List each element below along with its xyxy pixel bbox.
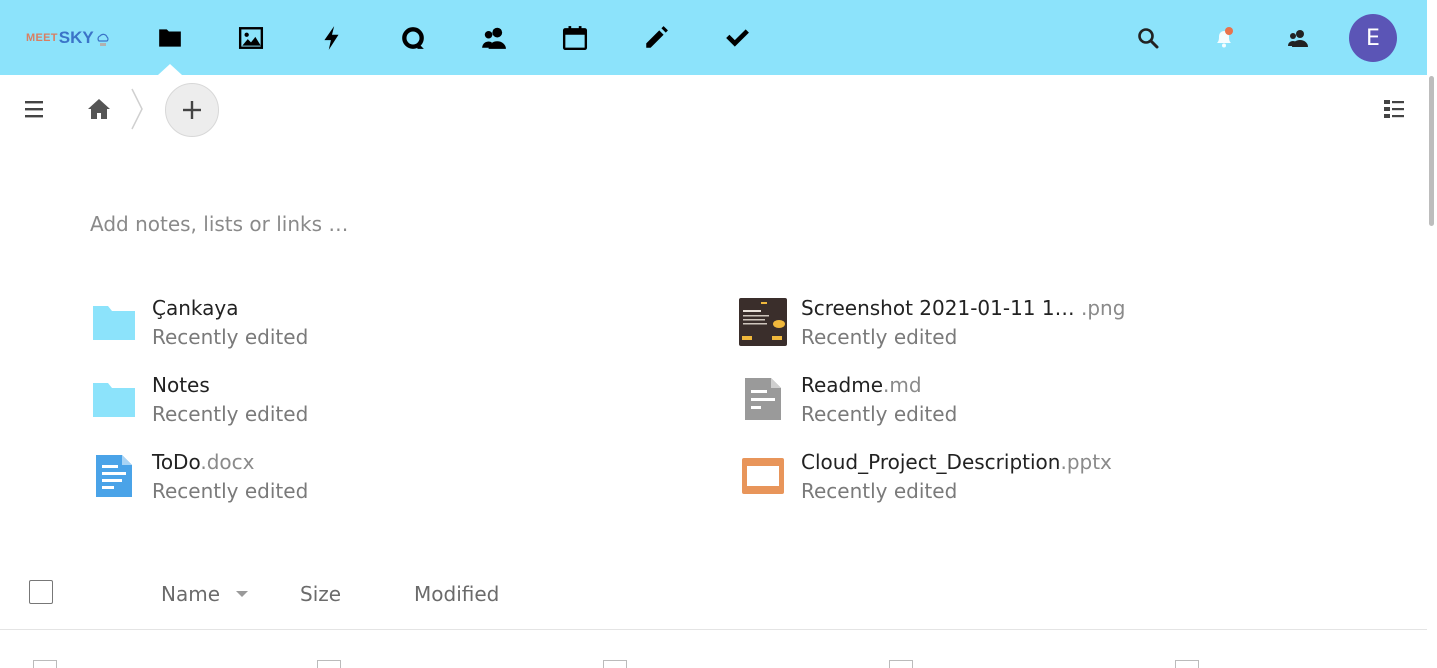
select-all-checkbox[interactable] <box>29 580 53 604</box>
word-document-icon <box>96 455 132 497</box>
recent-item-name: ToDo.docx <box>152 450 255 474</box>
recent-item-cankaya[interactable]: Çankaya Recently edited <box>90 294 610 360</box>
list-view-icon <box>1384 100 1404 118</box>
search-button[interactable] <box>1132 22 1164 54</box>
logo-sky-text: SKY <box>58 28 94 47</box>
presentation-icon <box>742 458 784 494</box>
contacts-menu-button[interactable] <box>1282 22 1314 54</box>
image-thumbnail <box>739 298 787 346</box>
recent-item-name: Notes <box>152 373 210 397</box>
nav-tasks[interactable] <box>717 18 757 58</box>
recent-item-notes[interactable]: Notes Recently edited <box>90 371 610 437</box>
recent-item-cloud-project[interactable]: Cloud_Project_Description.pptx Recently … <box>739 448 1259 514</box>
text-document-icon <box>745 378 781 420</box>
logo-meet-text: MEET <box>26 32 58 44</box>
hamburger-icon <box>25 101 43 118</box>
table-header-divider <box>0 629 1427 630</box>
recent-item-name: Readme.md <box>801 373 922 397</box>
recent-item-readme[interactable]: Readme.md Recently edited <box>739 371 1259 437</box>
nav-calendar[interactable] <box>555 18 595 58</box>
nav-files[interactable] <box>150 18 190 58</box>
notifications-button[interactable] <box>1208 22 1240 54</box>
recent-item-name: Screenshot 2021-01-11 1… .png <box>801 296 1126 320</box>
recent-item-screenshot[interactable]: Screenshot 2021-01-11 1… .png Recently e… <box>739 294 1259 360</box>
recent-item-subtitle: Recently edited <box>801 325 958 349</box>
sort-descending-icon[interactable] <box>236 591 248 597</box>
active-app-indicator <box>158 64 182 75</box>
column-header-name[interactable]: Name <box>161 580 220 608</box>
nav-photos[interactable] <box>231 18 271 58</box>
recent-item-todo[interactable]: ToDo.docx Recently edited <box>90 448 610 514</box>
folder-icon <box>159 29 181 47</box>
calendar-icon <box>562 26 588 51</box>
contacts-icon <box>482 27 506 49</box>
folder-icon <box>93 306 135 340</box>
user-avatar[interactable]: E <box>1349 14 1397 62</box>
lightning-icon <box>324 26 339 50</box>
recent-item-subtitle: Recently edited <box>801 402 958 426</box>
vertical-scrollbar[interactable] <box>1427 0 1437 665</box>
recent-item-name: Çankaya <box>152 296 239 320</box>
recent-item-subtitle: Recently edited <box>152 402 309 426</box>
row-checkbox[interactable] <box>603 660 627 668</box>
recent-item-name: Cloud_Project_Description.pptx <box>801 450 1112 474</box>
logo-cloud-icon <box>97 33 109 46</box>
nav-talk[interactable] <box>393 18 433 58</box>
column-header-size[interactable]: Size <box>300 580 341 608</box>
navigation-toggle-button[interactable] <box>20 95 48 123</box>
row-checkbox[interactable] <box>317 660 341 668</box>
app-logo[interactable]: MEET SKY <box>26 26 110 50</box>
breadcrumb-home[interactable] <box>85 95 113 123</box>
recent-item-subtitle: Recently edited <box>801 479 958 503</box>
column-header-modified[interactable]: Modified <box>414 580 499 608</box>
folder-icon <box>93 383 135 417</box>
breadcrumb-separator <box>131 88 143 130</box>
nav-activity[interactable] <box>312 18 352 58</box>
nav-contacts[interactable] <box>474 18 514 58</box>
row-checkbox[interactable] <box>1175 660 1199 668</box>
recent-item-subtitle: Recently edited <box>152 325 309 349</box>
recent-item-subtitle: Recently edited <box>152 479 309 503</box>
chat-bubble-icon <box>402 27 424 49</box>
contacts-icon <box>1288 30 1308 47</box>
image-icon <box>238 27 264 49</box>
home-icon <box>88 99 110 119</box>
nav-notes[interactable] <box>636 18 676 58</box>
toggle-view-button[interactable] <box>1380 95 1408 123</box>
scrollbar-thumb[interactable] <box>1429 76 1434 226</box>
notification-dot <box>1225 27 1233 35</box>
new-file-button[interactable] <box>165 83 219 137</box>
row-checkbox[interactable] <box>33 660 57 668</box>
top-header: MEET SKY E <box>0 0 1437 75</box>
checkmark-icon <box>726 29 749 47</box>
search-icon <box>1138 28 1159 49</box>
plus-icon <box>183 101 201 119</box>
row-checkbox[interactable] <box>889 660 913 668</box>
pencil-icon <box>646 26 668 48</box>
rich-workspace-notes-input[interactable]: Add notes, lists or links … <box>90 210 690 238</box>
